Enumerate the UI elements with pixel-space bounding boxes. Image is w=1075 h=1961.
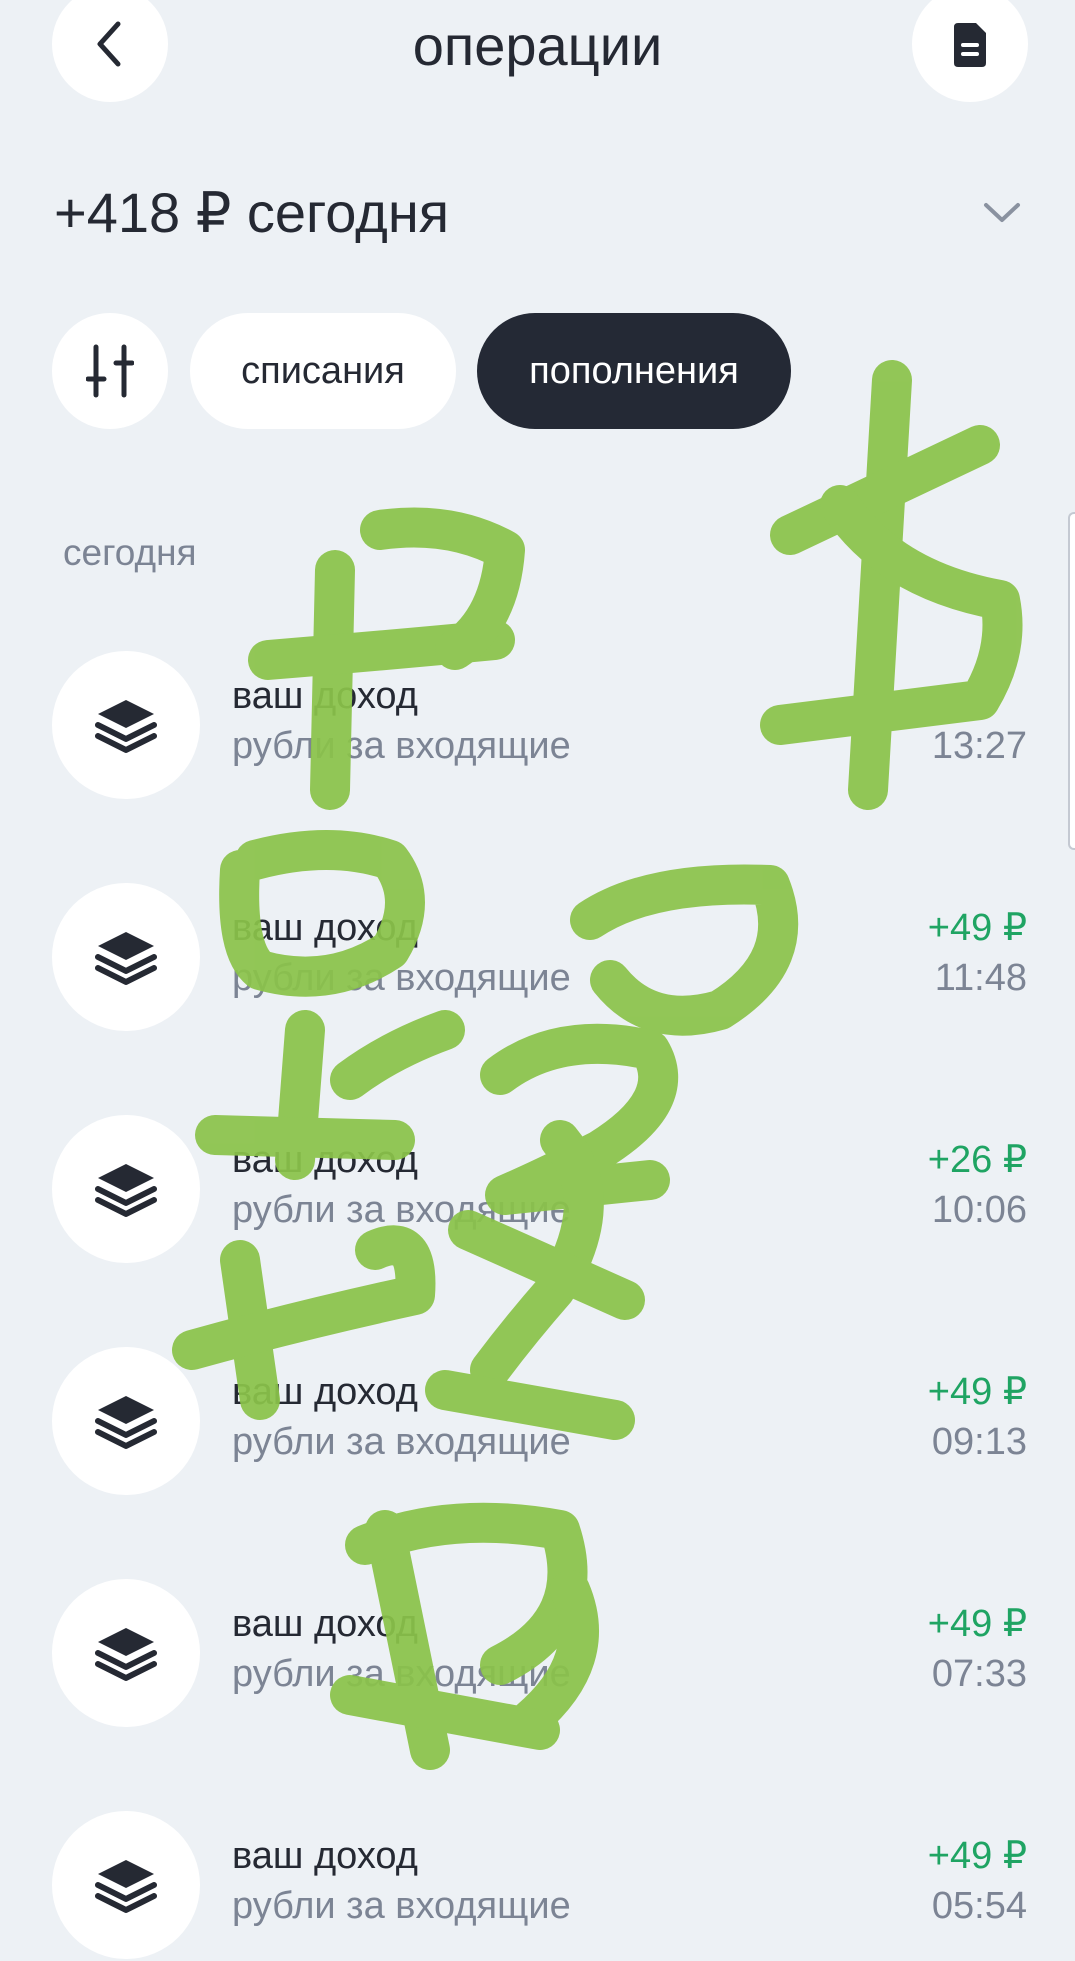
overlay-stroke	[330, 1010, 465, 1100]
document-icon	[954, 23, 986, 67]
transaction-icon	[52, 1347, 200, 1495]
filter-settings-button[interactable]	[52, 313, 168, 429]
stack-layers-icon	[95, 1628, 157, 1681]
transaction-time: 13:27	[931, 725, 1027, 767]
transaction-row[interactable]: ваш доход рубли за входящие +26 ₽ 10:06	[0, 1115, 1075, 1265]
scrollbar[interactable]	[1068, 512, 1075, 850]
filter-chip-credits[interactable]: пополнения	[477, 313, 791, 429]
stack-layers-icon	[95, 1860, 157, 1913]
transaction-time: 10:06	[931, 1189, 1027, 1231]
transaction-time: 11:48	[934, 957, 1027, 999]
transaction-icon	[52, 1115, 200, 1263]
transaction-title: ваш доход	[232, 1139, 418, 1181]
transaction-title: ваш доход	[232, 675, 418, 717]
transaction-icon	[52, 883, 200, 1031]
transaction-icon	[52, 1811, 200, 1959]
transaction-subtitle: рубли за входящие	[232, 725, 571, 767]
overlay-stroke	[360, 507, 525, 670]
chevron-down-icon	[984, 203, 1020, 222]
transaction-title: ваш доход	[232, 1603, 418, 1645]
section-label-today: сегодня	[63, 532, 197, 573]
transaction-title: ваш доход	[232, 907, 418, 949]
transaction-row[interactable]: ваш доход рубли за входящие +49 ₽ 07:33	[0, 1579, 1075, 1729]
stack-layers-icon	[95, 932, 157, 985]
transaction-row[interactable]: ваш доход рубли за входящие +49 ₽ 11:48	[0, 883, 1075, 1033]
transaction-icon	[52, 1579, 200, 1727]
transaction-row[interactable]: ваш доход рубли за входящие 13:27	[0, 651, 1075, 801]
transaction-amount: +26 ₽	[927, 1139, 1027, 1181]
transaction-amount: +49 ₽	[927, 1603, 1027, 1645]
stack-layers-icon	[95, 700, 157, 753]
transaction-subtitle: рубли за входящие	[232, 1885, 571, 1927]
stack-layers-icon	[95, 1396, 157, 1449]
transaction-title: ваш доход	[232, 1371, 418, 1413]
statement-button[interactable]	[912, 0, 1028, 102]
transaction-icon	[52, 651, 200, 799]
transaction-time: 05:54	[931, 1885, 1027, 1927]
stack-layers-icon	[95, 1164, 157, 1217]
daily-total: +418 ₽ сегодня	[54, 181, 450, 244]
transaction-title: ваш доход	[232, 1835, 418, 1877]
transaction-time: 09:13	[931, 1421, 1027, 1463]
transaction-amount: +49 ₽	[927, 1371, 1027, 1413]
transaction-row[interactable]: ваш доход рубли за входящие +49 ₽ 05:54	[0, 1811, 1075, 1961]
transaction-subtitle: рубли за входящие	[232, 1189, 571, 1231]
transaction-time: 07:33	[931, 1653, 1027, 1695]
transaction-subtitle: рубли за входящие	[232, 1653, 571, 1695]
transaction-subtitle: рубли за входящие	[232, 957, 571, 999]
filter-chip-debits[interactable]: списания	[190, 313, 456, 429]
transaction-subtitle: рубли за входящие	[232, 1421, 571, 1463]
summary-expand-button[interactable]	[980, 196, 1024, 228]
overlay-stroke	[770, 425, 1000, 555]
transaction-row[interactable]: ваш доход рубли за входящие +49 ₽ 09:13	[0, 1347, 1075, 1497]
transaction-amount: +49 ₽	[927, 1835, 1027, 1877]
sliders-icon	[86, 344, 134, 398]
transaction-amount: +49 ₽	[927, 907, 1027, 949]
